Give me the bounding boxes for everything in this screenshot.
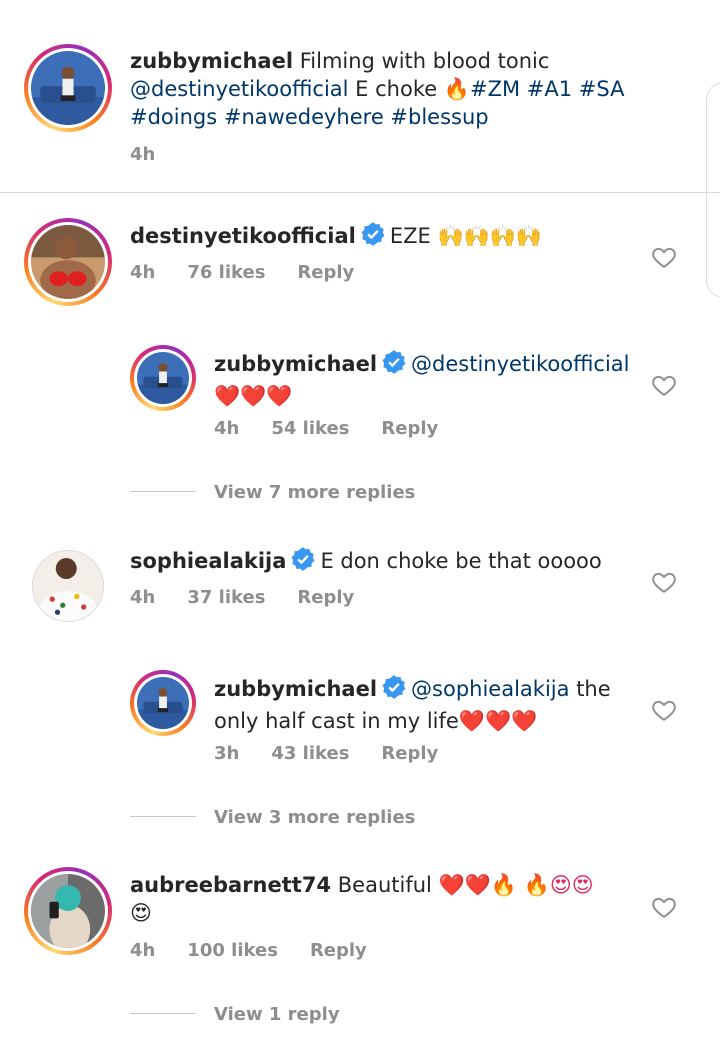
reply-button[interactable]: Reply: [297, 587, 354, 608]
side-panel-edge: [706, 82, 720, 298]
reply-meta: 3h 43 likes Reply: [214, 743, 470, 764]
view-more-line: [130, 816, 196, 817]
fire-emoji: 🔥: [443, 77, 470, 101]
comment-body: E don choke be that ooooo: [320, 549, 602, 573]
view-more-replies[interactable]: View 7 more replies: [214, 482, 415, 503]
comment-username[interactable]: destinyetikoofficial: [130, 224, 356, 248]
reply-body-2: only half cast in my life: [214, 709, 459, 733]
reply-username[interactable]: zubbymichael: [214, 352, 377, 376]
user-photo-icon: [137, 677, 189, 729]
comment-avatar[interactable]: [32, 550, 104, 622]
reply-button[interactable]: Reply: [381, 418, 438, 439]
reply-mention[interactable]: @sophiealakija: [411, 677, 569, 701]
heart-outline-icon[interactable]: [651, 894, 677, 920]
reply-avatar[interactable]: [130, 670, 196, 736]
user-photo-icon: [33, 551, 103, 621]
reply-time: 3h: [214, 743, 240, 764]
comment-username[interactable]: sophiealakija: [130, 549, 286, 573]
raised-hands-emoji: 🙌🙌🙌🙌: [437, 224, 543, 248]
comment-time: 4h: [130, 587, 156, 608]
comment-username[interactable]: aubreebarnett74: [130, 873, 331, 897]
view-more-line: [130, 491, 196, 492]
view-more-replies[interactable]: View 1 reply: [214, 1004, 340, 1025]
comment-body: EZE: [389, 224, 431, 248]
verified-badge-icon: [381, 674, 407, 707]
comment-time: 4h: [130, 940, 156, 961]
caption-tags-2[interactable]: #doings #nawedeyhere #blessup: [130, 105, 489, 129]
caption-mention[interactable]: @destinyetikoofficial: [130, 77, 348, 101]
comment-text: destinyetikoofficial EZE 🙌🙌🙌🙌: [130, 221, 630, 254]
emoji-reactions: ❤️❤️🔥 🔥😍😍: [438, 873, 594, 897]
comment-avatar[interactable]: [24, 218, 112, 306]
heart-outline-icon[interactable]: [651, 372, 677, 398]
view-more-replies[interactable]: View 3 more replies: [214, 807, 415, 828]
heart-emojis: ❤️❤️❤️: [214, 384, 293, 408]
caption-avatar[interactable]: [24, 44, 112, 132]
user-photo-icon: [31, 225, 105, 299]
caption-body: Filming with blood tonic: [299, 49, 550, 73]
user-photo-icon: [31, 51, 105, 125]
comment-text: sophiealakija E don choke be that ooooo: [130, 546, 630, 579]
reply-button[interactable]: Reply: [381, 743, 438, 764]
comment-likes[interactable]: 100 likes: [187, 940, 278, 961]
verified-badge-icon: [360, 221, 386, 254]
caption-username[interactable]: zubbymichael: [130, 49, 293, 73]
verified-badge-icon: [290, 546, 316, 579]
comment-body: Beautiful: [337, 873, 432, 897]
reply-text: zubbymichael @sophiealakija the only half…: [214, 674, 644, 735]
comment-meta: 4h 37 likes Reply: [130, 587, 386, 608]
reply-body-1: the: [576, 677, 611, 701]
caption-divider: [0, 192, 720, 193]
reply-avatar[interactable]: [130, 345, 196, 411]
reply-likes[interactable]: 43 likes: [271, 743, 349, 764]
verified-badge-icon: [381, 349, 407, 382]
comment-meta: 4h 76 likes Reply: [130, 262, 386, 283]
comment-meta: 4h 100 likes Reply: [130, 940, 399, 961]
heart-outline-icon[interactable]: [651, 697, 677, 723]
heart-outline-icon[interactable]: [651, 569, 677, 595]
view-more-line: [130, 1013, 196, 1014]
comment-text: aubreebarnett74 Beautiful ❤️❤️🔥 🔥😍😍 😍: [130, 871, 630, 927]
heart-outline-icon[interactable]: [651, 244, 677, 270]
emoji-reactions-2: 😍: [130, 901, 152, 925]
user-photo-icon: [137, 352, 189, 404]
caption-text: zubbymichael Filming with blood tonic @d…: [130, 47, 690, 131]
comment-time: 4h: [130, 262, 156, 283]
reply-meta: 4h 54 likes Reply: [214, 418, 470, 439]
comment-likes[interactable]: 76 likes: [187, 262, 265, 283]
caption-after-mention: E choke: [355, 77, 438, 101]
reply-mention[interactable]: @destinyetikoofficial: [411, 352, 629, 376]
reply-text: zubbymichael @destinyetikoofficial ❤️❤️❤️: [214, 349, 644, 410]
user-photo-icon: [31, 874, 105, 948]
caption-time: 4h: [130, 144, 156, 165]
reply-likes[interactable]: 54 likes: [271, 418, 349, 439]
reply-button[interactable]: Reply: [310, 940, 367, 961]
heart-emojis: ❤️❤️❤️: [458, 709, 538, 733]
reply-button[interactable]: Reply: [297, 262, 354, 283]
comment-likes[interactable]: 37 likes: [187, 587, 265, 608]
comment-avatar[interactable]: [24, 867, 112, 955]
reply-time: 4h: [214, 418, 240, 439]
reply-username[interactable]: zubbymichael: [214, 677, 377, 701]
caption-tags-1[interactable]: #ZM #A1 #SA: [470, 77, 624, 101]
